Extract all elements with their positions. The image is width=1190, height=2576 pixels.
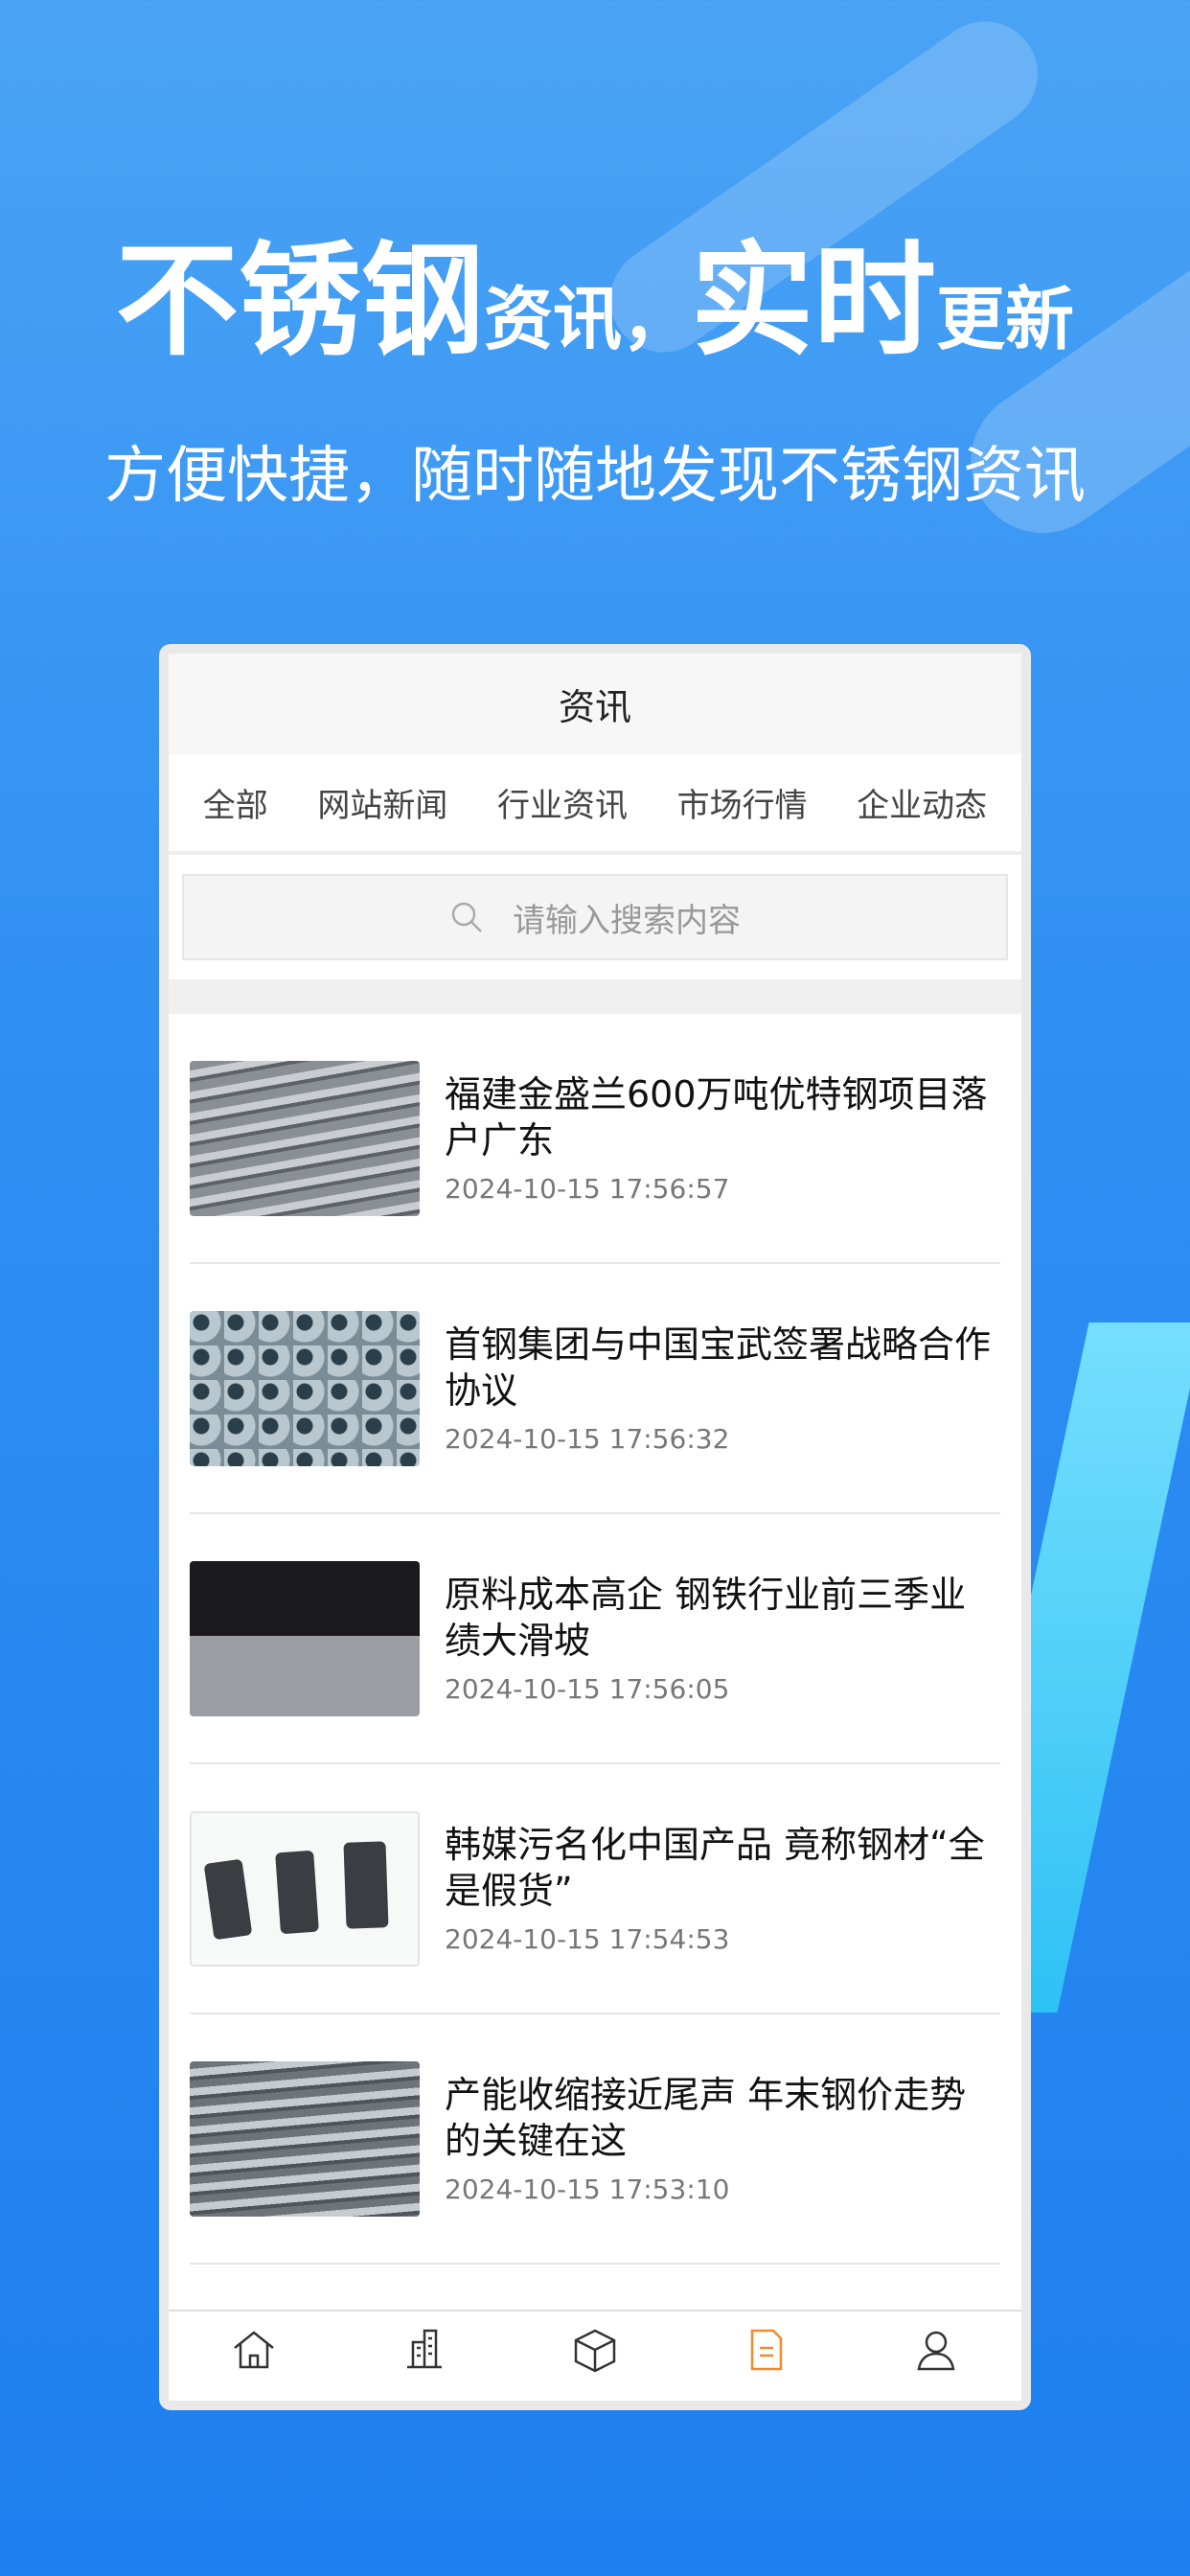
category-tabs: 全部 网站新闻 行业资讯 市场行情 企业动态 bbox=[169, 754, 1021, 855]
news-title: 韩媒污名化中国产品 竟称钢材“全是假货” bbox=[445, 1824, 985, 1912]
hero-title-part: 更新 bbox=[936, 279, 1075, 359]
news-time: 2024-10-15 17:53:10 bbox=[445, 2174, 730, 2205]
news-time: 2024-10-15 17:56:32 bbox=[445, 1423, 730, 1455]
home-icon bbox=[234, 2331, 274, 2369]
hero-title-part: 资讯， bbox=[483, 279, 691, 359]
tab-industry[interactable]: 行业资讯 bbox=[490, 779, 635, 826]
nav-home[interactable] bbox=[223, 2323, 285, 2384]
hero-title-part: 实时 bbox=[691, 230, 937, 373]
page-title: 资讯 bbox=[169, 654, 1021, 754]
news-thumbnail bbox=[190, 1560, 420, 1716]
news-time: 2024-10-15 17:54:53 bbox=[445, 1923, 730, 1955]
hero-subtitle: 方便快捷，随时随地发现不锈钢资讯 bbox=[104, 441, 1086, 512]
news-thumbnail bbox=[190, 1810, 420, 1966]
news-item[interactable]: 产能收缩接近尾声 年末钢价走势的关键在这 2024-10-15 17:53:10 bbox=[190, 2014, 1000, 2265]
bracket-image bbox=[204, 1840, 389, 1940]
nav-news[interactable] bbox=[735, 2323, 796, 2384]
news-thumbnail bbox=[190, 1310, 420, 1466]
news-title: 产能收缩接近尾声 年末钢价走势的关键在这 bbox=[445, 2074, 967, 2162]
hero-title-part: 不锈钢 bbox=[115, 230, 484, 373]
divider bbox=[169, 979, 1021, 1014]
news-time: 2024-10-15 17:56:05 bbox=[445, 1673, 730, 1705]
box-icon bbox=[574, 2329, 616, 2373]
news-title: 福建金盛兰600万吨优特钢项目落户广东 bbox=[445, 1073, 988, 1162]
tab-market[interactable]: 市场行情 bbox=[670, 779, 815, 826]
nav-profile[interactable] bbox=[905, 2323, 967, 2384]
phone-mockup: 资讯 全部 网站新闻 行业资讯 市场行情 企业动态 请输入搜索内容 福建金盛兰6… bbox=[159, 644, 1031, 2410]
search-placeholder: 请输入搜索内容 bbox=[513, 901, 741, 940]
user-icon bbox=[917, 2331, 955, 2371]
news-item[interactable]: 原料成本高企 钢铁行业前三季业绩大滑坡 2024-10-15 17:56:05 bbox=[190, 1514, 1000, 1764]
news-time: 2024-10-15 17:56:57 bbox=[445, 1173, 730, 1205]
news-thumbnail bbox=[190, 1060, 420, 1216]
search-icon bbox=[451, 902, 482, 932]
news-item[interactable]: 首钢集团与中国宝武签署战略合作协议 2024-10-15 17:56:32 bbox=[190, 1264, 1000, 1514]
news-thumbnail bbox=[190, 2060, 420, 2217]
nav-company[interactable] bbox=[394, 2323, 455, 2384]
hero-title: 不锈钢资讯，实时更新 bbox=[0, 201, 1190, 379]
news-item[interactable]: 福建金盛兰600万吨优特钢项目落户广东 2024-10-15 17:56:57 bbox=[190, 1014, 1000, 1264]
news-item[interactable]: 韩媒污名化中国产品 竟称钢材“全是假货” 2024-10-15 17:54:53 bbox=[190, 1764, 1000, 2014]
search-input[interactable]: 请输入搜索内容 bbox=[182, 874, 1008, 960]
bottom-nav bbox=[169, 2310, 1021, 2401]
tab-site-news[interactable]: 网站新闻 bbox=[309, 779, 455, 826]
news-title: 首钢集团与中国宝武签署战略合作协议 bbox=[445, 1323, 992, 1412]
news-title: 原料成本高企 钢铁行业前三季业绩大滑坡 bbox=[445, 1574, 967, 1662]
building-icon bbox=[407, 2329, 442, 2369]
app-screen: 资讯 全部 网站新闻 行业资讯 市场行情 企业动态 请输入搜索内容 福建金盛兰6… bbox=[169, 654, 1021, 2401]
document-icon bbox=[750, 2329, 783, 2371]
tab-company[interactable]: 企业动态 bbox=[849, 779, 995, 826]
tab-all[interactable]: 全部 bbox=[195, 779, 276, 826]
search-area: 请输入搜索内容 bbox=[169, 855, 1021, 979]
nav-products[interactable] bbox=[564, 2323, 626, 2384]
